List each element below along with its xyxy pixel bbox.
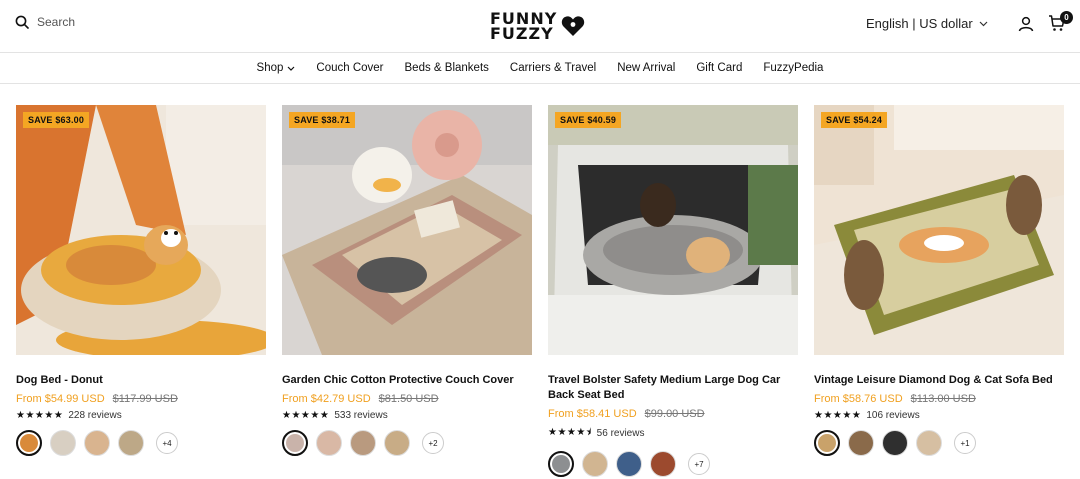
review-count: 533 reviews xyxy=(334,410,388,421)
nav-item-couch-cover[interactable]: Couch Cover xyxy=(306,62,394,74)
product-title[interactable]: Travel Bolster Safety Medium Large Dog C… xyxy=(548,373,798,403)
nav-item-new-arrival[interactable]: New Arrival xyxy=(607,62,686,74)
product-image[interactable]: SAVE $40.59 xyxy=(548,105,798,355)
sale-price: From $58.76 USD xyxy=(814,393,903,405)
account-button[interactable] xyxy=(1018,16,1034,37)
nav-item-carriers-travel[interactable]: Carriers & Travel xyxy=(499,62,606,74)
product-rating: ★★★★★ 106 reviews xyxy=(814,410,1064,421)
nav-divider xyxy=(0,83,1080,84)
product-price: From $58.41 USD $99.00 USD xyxy=(548,408,798,420)
nav-item-fuzzypedia[interactable]: FuzzyPedia xyxy=(753,62,834,74)
color-swatches: +2 xyxy=(282,430,532,456)
more-swatches-button[interactable]: +2 xyxy=(422,432,444,454)
product-card[interactable]: SAVE $63.00 Dog Bed - Donut From $54.99 … xyxy=(16,105,266,456)
diamond-sofa-bed-image xyxy=(814,105,1064,355)
locale-label: English | US dollar xyxy=(866,16,973,31)
nav-item-label: Shop xyxy=(256,62,284,74)
color-swatch[interactable] xyxy=(848,430,874,456)
save-badge: SAVE $63.00 xyxy=(23,112,90,128)
chevron-down-icon xyxy=(287,66,295,71)
color-swatch[interactable] xyxy=(882,430,908,456)
color-swatch[interactable] xyxy=(50,430,76,456)
search-button[interactable]: Search xyxy=(15,15,75,29)
star-rating: ★★★★⯨ xyxy=(548,427,592,438)
user-icon xyxy=(1018,16,1034,32)
more-swatches-button[interactable]: +7 xyxy=(688,453,710,475)
color-swatch[interactable] xyxy=(316,430,342,456)
car-seat-bed-image xyxy=(548,105,798,355)
product-image[interactable]: SAVE $63.00 xyxy=(16,105,266,355)
main-nav: Shop Couch Cover Beds & Blankets Carrier… xyxy=(0,53,1080,83)
color-swatch[interactable] xyxy=(16,430,42,456)
color-swatch[interactable] xyxy=(282,430,308,456)
product-image[interactable]: SAVE $38.71 xyxy=(282,105,532,355)
color-swatch[interactable] xyxy=(548,451,574,477)
color-swatch[interactable] xyxy=(84,430,110,456)
color-swatch[interactable] xyxy=(118,430,144,456)
review-count: 228 reviews xyxy=(68,410,122,421)
color-swatch[interactable] xyxy=(384,430,410,456)
heart-icon xyxy=(562,16,585,36)
compare-price: $81.50 USD xyxy=(378,393,439,405)
product-card[interactable]: SAVE $54.24 Vintage Leisure Diamond Dog … xyxy=(814,105,1064,456)
product-card[interactable]: SAVE $38.71 Garden Chic Cotton Protectiv… xyxy=(282,105,532,456)
chevron-down-icon xyxy=(979,21,988,26)
brand-logo[interactable]: FUNNY FUZZY xyxy=(490,8,590,44)
brand-line-2: FUZZY xyxy=(490,24,554,43)
product-title[interactable]: Vintage Leisure Diamond Dog & Cat Sofa B… xyxy=(814,373,1064,388)
nav-item-gift-card[interactable]: Gift Card xyxy=(686,62,753,74)
product-price: From $42.79 USD $81.50 USD xyxy=(282,393,532,405)
color-swatches: +7 xyxy=(548,451,798,477)
nav-item-shop[interactable]: Shop xyxy=(246,62,306,74)
product-rating: ★★★★★ 228 reviews xyxy=(16,410,266,421)
cart-button[interactable]: 0 xyxy=(1048,11,1073,37)
save-badge: SAVE $38.71 xyxy=(289,112,356,128)
product-rating: ★★★★★ 533 reviews xyxy=(282,410,532,421)
save-badge: SAVE $40.59 xyxy=(555,112,622,128)
save-badge: SAVE $54.24 xyxy=(821,112,888,128)
color-swatch[interactable] xyxy=(916,430,942,456)
locale-selector[interactable]: English | US dollar xyxy=(866,16,988,31)
sale-price: From $54.99 USD xyxy=(16,393,105,405)
compare-price: $113.00 USD xyxy=(910,393,976,405)
sale-price: From $42.79 USD xyxy=(282,393,371,405)
product-image[interactable]: SAVE $54.24 xyxy=(814,105,1064,355)
product-title[interactable]: Dog Bed - Donut xyxy=(16,373,266,388)
product-price: From $54.99 USD $117.99 USD xyxy=(16,393,266,405)
sale-price: From $58.41 USD xyxy=(548,408,637,420)
color-swatch[interactable] xyxy=(650,451,676,477)
cart-count-badge: 0 xyxy=(1060,11,1073,24)
compare-price: $117.99 USD xyxy=(112,393,178,405)
product-card[interactable]: SAVE $40.59 Travel Bolster Safety Medium… xyxy=(548,105,798,477)
product-rating: ★★★★⯨ 56 reviews xyxy=(548,425,798,442)
star-rating: ★★★★★ xyxy=(16,410,64,421)
color-swatches: +1 xyxy=(814,430,1064,456)
search-label: Search xyxy=(37,15,76,29)
more-swatches-button[interactable]: +1 xyxy=(954,432,976,454)
search-icon xyxy=(15,15,29,29)
color-swatch[interactable] xyxy=(814,430,840,456)
color-swatch[interactable] xyxy=(350,430,376,456)
couch-cover-image xyxy=(282,105,532,355)
product-price: From $58.76 USD $113.00 USD xyxy=(814,393,1064,405)
color-swatch[interactable] xyxy=(616,451,642,477)
more-swatches-button[interactable]: +4 xyxy=(156,432,178,454)
color-swatch[interactable] xyxy=(582,451,608,477)
star-rating: ★★★★★ xyxy=(282,410,330,421)
dog-bed-donut-image xyxy=(16,105,266,355)
color-swatches: +4 xyxy=(16,430,266,456)
review-count: 106 reviews xyxy=(866,410,920,421)
site-header: Search FUNNY FUZZY English | US dollar 0 xyxy=(0,0,1080,52)
review-count: 56 reviews xyxy=(596,428,645,439)
brand-wordmark: FUNNY FUZZY xyxy=(490,11,557,43)
star-rating: ★★★★★ xyxy=(814,410,862,421)
product-title[interactable]: Garden Chic Cotton Protective Couch Cove… xyxy=(282,373,532,388)
compare-price: $99.00 USD xyxy=(644,408,705,420)
nav-item-beds-blankets[interactable]: Beds & Blankets xyxy=(394,62,499,74)
